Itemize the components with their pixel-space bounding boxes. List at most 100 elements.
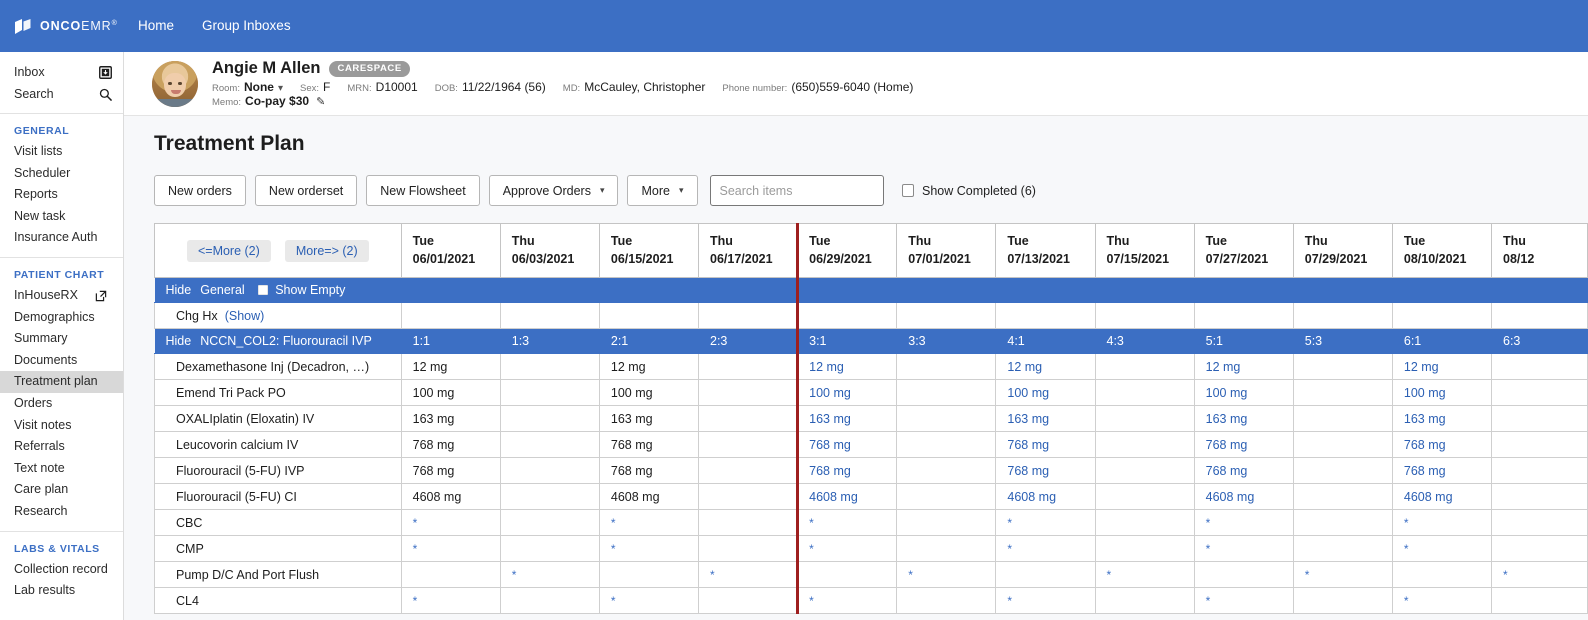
chg-hx-cell[interactable] <box>1193 302 1294 329</box>
grid-cell[interactable]: * <box>1193 509 1294 536</box>
hide-general-link[interactable]: Hide <box>166 283 192 297</box>
grid-date-header[interactable]: Tue 07/27/2021 <box>1193 223 1294 278</box>
sidebar-item-reports[interactable]: Reports <box>0 184 123 206</box>
grid-cell[interactable]: 100 mg <box>1193 379 1294 406</box>
cycle-label-cell[interactable]: 3:3 <box>896 328 997 354</box>
chg-hx-show-link[interactable]: (Show) <box>225 309 265 323</box>
show-completed-checkbox[interactable] <box>901 184 914 197</box>
row-name[interactable]: Fluorouracil (5-FU) CI <box>154 483 402 510</box>
grid-cell[interactable] <box>1491 379 1588 406</box>
row-name[interactable]: OXALIplatin (Eloxatin) IV <box>154 405 402 432</box>
cycle-label-cell[interactable]: 4:1 <box>995 328 1096 354</box>
grid-cell[interactable]: 163 mg <box>1193 405 1294 432</box>
prev-more-button[interactable]: <=More (2) <box>186 239 271 262</box>
grid-cell[interactable] <box>1491 353 1588 380</box>
search-input[interactable] <box>719 183 881 198</box>
grid-cell[interactable]: 100 mg <box>400 379 501 406</box>
grid-cell[interactable] <box>400 561 501 588</box>
grid-cell[interactable] <box>1491 535 1588 562</box>
next-more-button[interactable]: More=> (2) <box>284 239 369 262</box>
chg-hx-cell[interactable] <box>797 302 898 329</box>
nav-link-group-inboxes[interactable]: Group Inboxes <box>188 0 305 52</box>
grid-cell[interactable] <box>1491 431 1588 458</box>
sidebar-item-orders[interactable]: Orders <box>0 393 123 415</box>
grid-cell[interactable] <box>1491 587 1588 614</box>
sidebar-item-new-task[interactable]: New task <box>0 206 123 228</box>
grid-cell[interactable]: 163 mg <box>400 405 501 432</box>
grid-cell[interactable]: 12 mg <box>400 353 501 380</box>
sidebar-item-scheduler[interactable]: Scheduler <box>0 163 123 185</box>
grid-cell[interactable]: 100 mg <box>1391 379 1493 406</box>
grid-cell[interactable]: 768 mg <box>1193 457 1294 484</box>
grid-cell[interactable]: 12 mg <box>797 353 898 380</box>
grid-cell[interactable] <box>1094 535 1195 562</box>
grid-date-header[interactable]: Thu 06/03/2021 <box>499 223 600 278</box>
sidebar-item-text-note[interactable]: Text note <box>0 458 123 480</box>
grid-cell[interactable]: * <box>598 587 700 614</box>
grid-cell[interactable]: 768 mg <box>598 457 700 484</box>
grid-date-header[interactable]: Tue 06/29/2021 <box>797 223 898 278</box>
grid-cell[interactable] <box>1491 509 1588 536</box>
approve-orders-button[interactable]: Approve Orders ▾ <box>488 175 619 206</box>
grid-cell[interactable] <box>499 483 600 510</box>
grid-date-header[interactable]: Thu 08/12 <box>1491 223 1588 278</box>
chevron-down-icon[interactable]: ▾ <box>278 83 283 94</box>
chg-hx-cell[interactable] <box>1094 302 1195 329</box>
grid-cell[interactable]: 163 mg <box>1391 405 1493 432</box>
grid-cell[interactable] <box>797 561 898 588</box>
grid-cell[interactable]: * <box>598 509 700 536</box>
chg-hx-cell[interactable] <box>400 302 501 329</box>
grid-cell[interactable] <box>896 405 997 432</box>
grid-cell[interactable] <box>499 535 600 562</box>
chg-hx-cell[interactable] <box>1391 302 1493 329</box>
sidebar-item-inbox[interactable]: Inbox <box>0 61 123 83</box>
chg-hx-cell[interactable] <box>697 302 799 329</box>
grid-cell[interactable] <box>896 379 997 406</box>
sidebar-item-referrals[interactable]: Referrals <box>0 436 123 458</box>
grid-cell[interactable] <box>896 457 997 484</box>
grid-cell[interactable] <box>1292 509 1393 536</box>
cycle-label-cell[interactable]: 1:3 <box>500 328 600 354</box>
grid-cell[interactable]: * <box>797 509 898 536</box>
grid-date-header[interactable]: Tue 06/01/2021 <box>400 223 501 278</box>
sidebar-item-summary[interactable]: Summary <box>0 328 123 350</box>
avatar[interactable] <box>152 60 198 107</box>
grid-cell[interactable]: 12 mg <box>1391 353 1493 380</box>
grid-cell[interactable]: * <box>1193 587 1294 614</box>
grid-cell[interactable]: 768 mg <box>1391 457 1493 484</box>
grid-cell[interactable] <box>1094 587 1195 614</box>
grid-cell[interactable] <box>896 353 997 380</box>
row-name[interactable]: Dexamethasone Inj (Decadron, …) <box>154 353 402 380</box>
sidebar-item-visit-notes[interactable]: Visit notes <box>0 415 123 437</box>
sidebar-item-search[interactable]: Search <box>0 83 123 105</box>
grid-cell[interactable] <box>499 405 600 432</box>
sidebar-item-lab-results[interactable]: Lab results <box>0 580 123 602</box>
grid-cell[interactable] <box>1094 483 1195 510</box>
sidebar-item-collection-record[interactable]: Collection record <box>0 559 123 581</box>
new-flowsheet-button[interactable]: New Flowsheet <box>366 175 480 206</box>
grid-cell[interactable] <box>1292 457 1393 484</box>
grid-cell[interactable]: * <box>797 587 898 614</box>
grid-cell[interactable] <box>1491 457 1588 484</box>
row-name[interactable]: Emend Tri Pack PO <box>154 379 402 406</box>
grid-cell[interactable] <box>697 483 799 510</box>
sidebar-item-visit-lists[interactable]: Visit lists <box>0 141 123 163</box>
grid-cell[interactable] <box>1292 353 1393 380</box>
grid-cell[interactable] <box>896 535 997 562</box>
grid-cell[interactable] <box>896 431 997 458</box>
room-value[interactable]: None <box>244 80 274 94</box>
grid-cell[interactable] <box>1491 405 1588 432</box>
grid-date-header[interactable]: Thu 06/17/2021 <box>697 223 799 278</box>
chg-hx-cell[interactable] <box>499 302 600 329</box>
grid-cell[interactable]: 163 mg <box>995 405 1096 432</box>
app-logo[interactable]: ONCOEMR® <box>0 18 124 34</box>
grid-cell[interactable] <box>1292 535 1393 562</box>
grid-cell[interactable] <box>1094 379 1195 406</box>
grid-cell[interactable]: 4608 mg <box>1391 483 1493 510</box>
grid-cell[interactable]: * <box>400 535 501 562</box>
grid-cell[interactable]: 768 mg <box>1391 431 1493 458</box>
sidebar-item-documents[interactable]: Documents <box>0 350 123 372</box>
grid-cell[interactable] <box>697 509 799 536</box>
grid-cell[interactable] <box>1094 405 1195 432</box>
grid-cell[interactable]: * <box>400 587 501 614</box>
